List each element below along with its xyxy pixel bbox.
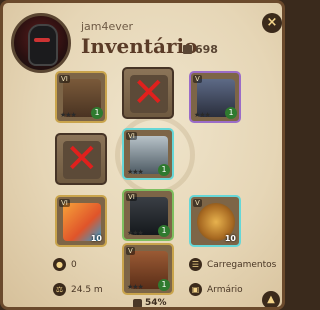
quality-stars: ★★★ [127, 283, 144, 291]
slot-boots[interactable]: VI ★★★ 1 [122, 189, 174, 241]
loadouts-button[interactable]: ☰ Carregamentos [189, 258, 276, 271]
quality-stars: ★★★ [60, 111, 77, 119]
visor-icon [34, 38, 50, 42]
quality-stars: ★★★ [127, 229, 144, 237]
player-name: jam4ever [81, 20, 134, 33]
silver-value: 0 [71, 259, 77, 270]
enchant-badge: 1 [225, 107, 237, 119]
bag-icon [133, 298, 142, 307]
fame-value: 698 [195, 43, 218, 56]
page-title: Inventário [81, 34, 198, 58]
tier-label: VI [126, 132, 137, 140]
quality-stars: ★★★ [194, 111, 211, 119]
tier-label: V [193, 75, 202, 83]
tier-label: V [126, 247, 135, 255]
helmet-icon [28, 24, 58, 66]
bag-percent: 54% [145, 298, 167, 308]
quality-stars: ★★★ [127, 168, 144, 176]
silver-coin-icon: ● [53, 258, 66, 271]
loadouts-label: Carregamentos [207, 259, 277, 270]
bag-capacity: 54% [133, 298, 167, 308]
tier-label: V [193, 199, 202, 207]
wardrobe-icon: ▣ [189, 283, 202, 296]
slot-empty-left[interactable]: ✕ [55, 133, 107, 185]
slot-cape[interactable]: V ★★★ 1 [189, 71, 241, 123]
loadouts-icon: ☰ [189, 258, 202, 271]
close-button[interactable]: × [262, 13, 282, 33]
slot-empty-top[interactable]: ✕ [122, 67, 174, 119]
item-quantity: 10 [224, 234, 236, 243]
slot-mount[interactable]: V ★★★ 1 [122, 243, 174, 295]
tier-label: VI [126, 193, 137, 201]
fame-counter: 698 [183, 43, 218, 56]
fame-icon [183, 45, 192, 54]
enchant-badge: 1 [91, 107, 103, 119]
wardrobe-label: Armário [207, 284, 243, 295]
avatar[interactable] [11, 13, 71, 73]
enchant-badge: 1 [158, 225, 170, 237]
weight-icon: ⚖ [53, 283, 66, 296]
enchant-badge: 1 [158, 164, 170, 176]
slot-armor[interactable]: VI ★★★ 1 [122, 128, 174, 180]
crossed-out-icon: ✕ [65, 136, 99, 182]
scroll-up-button[interactable]: ▲ [262, 291, 280, 307]
slot-head[interactable]: VI ★★★ 1 [55, 71, 107, 123]
slot-food[interactable]: V 10 [189, 195, 241, 247]
crossed-out-icon: ✕ [132, 70, 166, 116]
weight-value: 24.5 m [71, 284, 103, 295]
silver-stat: ● 0 [53, 258, 77, 271]
enchant-badge: 1 [158, 279, 170, 291]
weight-stat: ⚖ 24.5 m [53, 283, 103, 296]
inventory-panel: jam4ever Inventário 698 × VI ★★★ 1 ✕ V ★… [0, 0, 285, 310]
tier-label: VI [59, 75, 70, 83]
wardrobe-button[interactable]: ▣ Armário [189, 283, 243, 296]
slot-potion[interactable]: VI 10 [55, 195, 107, 247]
tier-label: VI [59, 199, 70, 207]
item-quantity: 10 [90, 234, 102, 243]
